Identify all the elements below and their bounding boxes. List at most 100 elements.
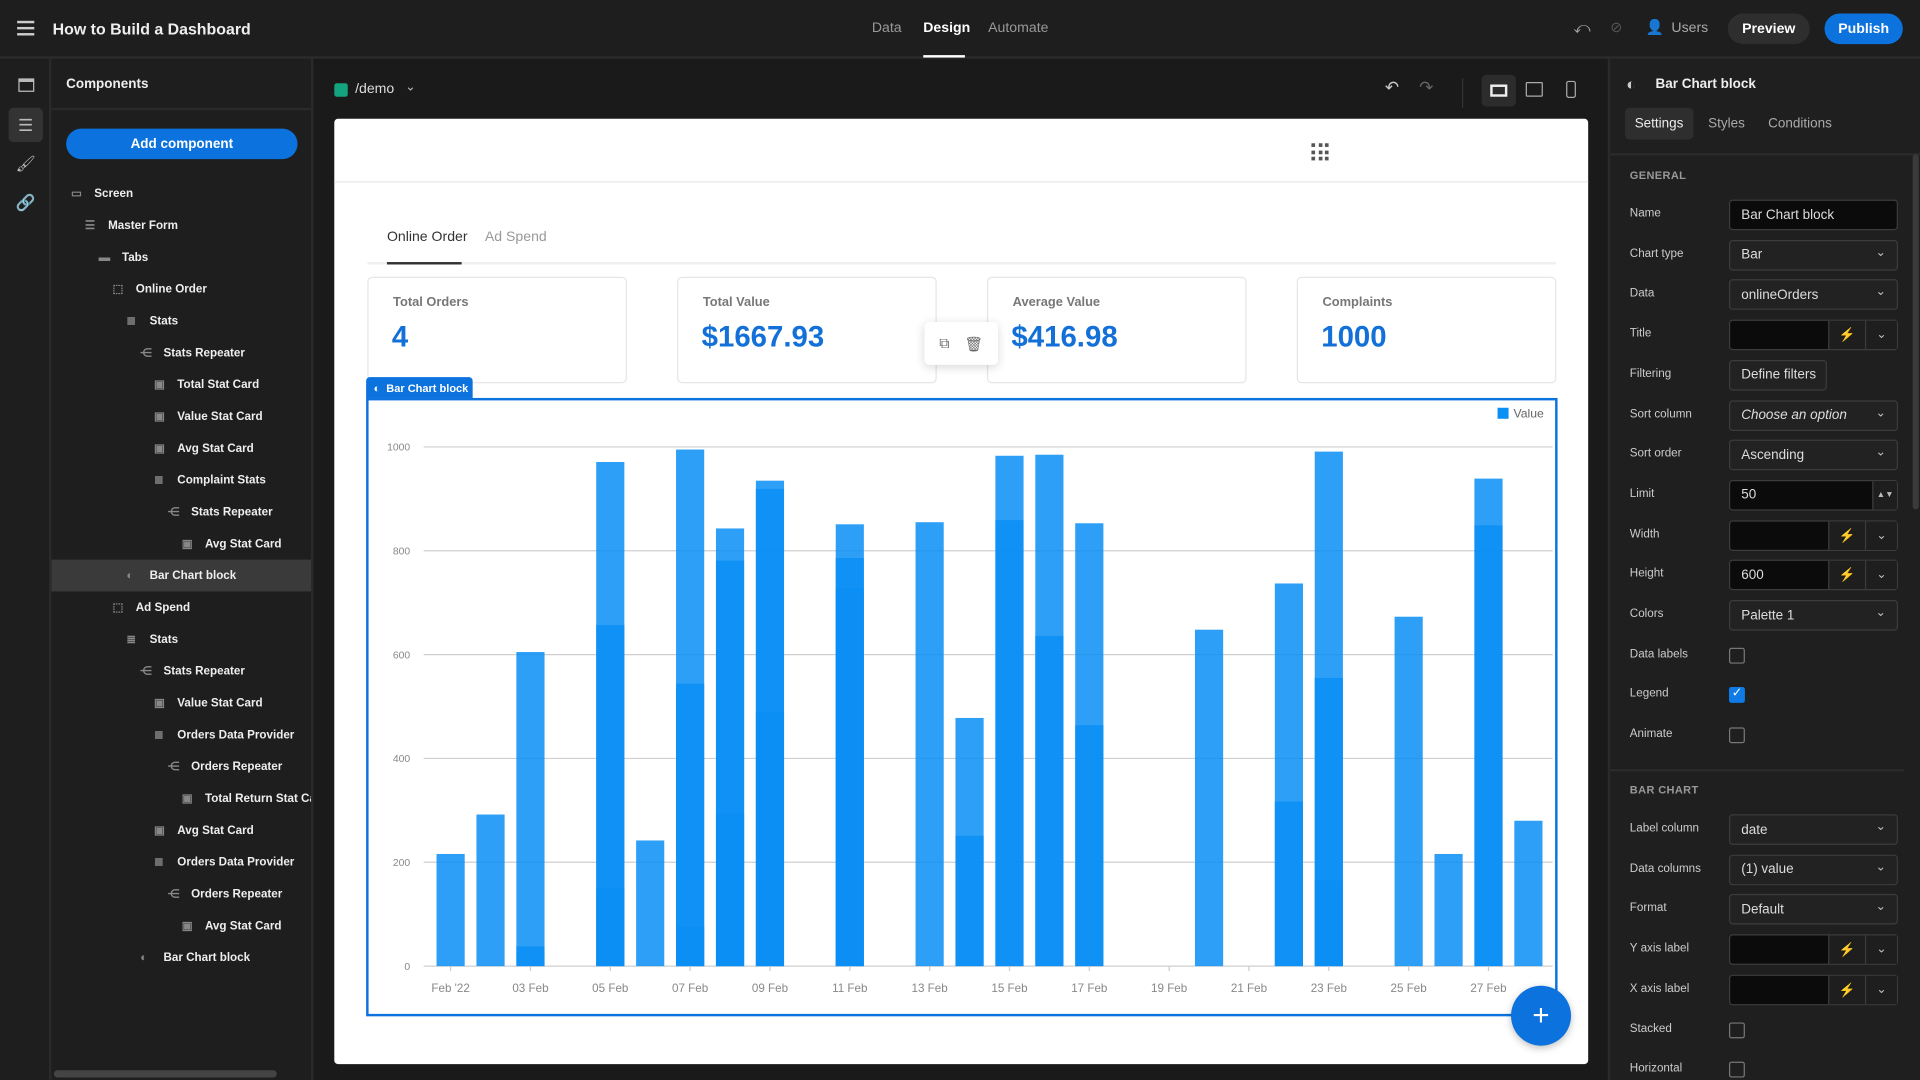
bar-chart-block[interactable]: 0 200 400 600 800 1000 Feb '22 03 Feb 05 Feb 07 F… (366, 397, 1558, 1017)
checkbox[interactable] (1728, 647, 1745, 664)
binding-input[interactable]: ⚡ ⌄ (1728, 934, 1898, 966)
bar[interactable] (516, 652, 545, 967)
bar[interactable] (915, 522, 944, 967)
trash-icon[interactable]: 🗑 (965, 335, 984, 352)
bar[interactable] (476, 814, 505, 967)
tab-conditions[interactable]: Conditions (1758, 108, 1841, 140)
route-selector[interactable]: /demo (355, 82, 394, 97)
checkbox[interactable] (1728, 1061, 1745, 1078)
tree-item[interactable]: ⬚ Online Order (51, 273, 311, 305)
mobile-view-icon[interactable] (1566, 80, 1576, 98)
bar[interactable] (1314, 880, 1343, 967)
tree-item[interactable]: ⬚ Ad Spend (51, 591, 311, 623)
select-dropdown[interactable]: onlineOrders ⌄ (1728, 279, 1898, 311)
name-input[interactable]: Bar Chart block (1728, 199, 1898, 231)
tree-item[interactable]: ⋲ Stats Repeater (51, 655, 311, 687)
tree-item[interactable]: ▣ Avg Stat Card (51, 814, 311, 846)
tree-item[interactable]: ▭ Screen (51, 178, 311, 210)
horizontal-scrollbar[interactable] (53, 1070, 277, 1078)
stat-card-total-value[interactable]: Total Value $1667.93 (677, 276, 937, 384)
checkbox[interactable] (1728, 727, 1745, 744)
vertical-scrollbar[interactable] (1912, 154, 1919, 510)
bar[interactable] (1274, 801, 1303, 967)
bar[interactable] (1514, 820, 1543, 967)
tree-item[interactable]: ☰ Master Form (51, 209, 311, 241)
lightning-icon[interactable]: ⚡ (1828, 561, 1865, 590)
tree-item[interactable]: ▣ Value Stat Card (51, 687, 311, 719)
bar[interactable] (755, 712, 785, 967)
tree-item[interactable]: ≣ Stats (51, 305, 311, 337)
version-off-icon[interactable]: ⊘ (1610, 18, 1622, 35)
chevron-down-icon[interactable]: ⌄ (1864, 320, 1897, 350)
tree-item[interactable]: ▬ Tabs (51, 241, 311, 273)
chevron-down-icon[interactable]: ⌄ (405, 81, 415, 94)
bar[interactable] (1394, 616, 1423, 967)
stat-card-total-orders[interactable]: Total Orders 4 (367, 276, 627, 384)
select-dropdown[interactable]: Bar ⌄ (1728, 239, 1898, 271)
publish-button[interactable]: Publish (1824, 13, 1903, 45)
bar[interactable] (436, 853, 465, 967)
lightning-icon[interactable]: ⚡ (1828, 975, 1865, 1004)
bar[interactable] (955, 835, 984, 967)
tab-online-order[interactable]: Online Order (387, 230, 468, 245)
select-dropdown[interactable]: Palette 1 ⌄ (1728, 600, 1898, 631)
desktop-view-icon[interactable] (1481, 74, 1516, 107)
lightning-icon[interactable]: ⚡ (1828, 320, 1865, 350)
bar[interactable] (715, 813, 745, 967)
revert-icon[interactable]: ⤺ (1573, 18, 1590, 38)
bar[interactable] (676, 926, 705, 967)
users-icon[interactable]: 👤 (1646, 18, 1664, 35)
tree-item[interactable]: ◐ Bar Chart block (51, 559, 312, 592)
legend-label[interactable]: Value (1513, 407, 1544, 421)
screens-icon[interactable] (9, 67, 43, 101)
bar[interactable] (516, 946, 545, 967)
bar[interactable] (1075, 725, 1104, 967)
binding-input[interactable]: 600 ⚡ ⌄ (1728, 559, 1898, 591)
tree-item[interactable]: ≣ Orders Data Provider (51, 846, 311, 878)
tab-settings[interactable]: Settings (1624, 107, 1694, 140)
redo-icon[interactable]: ↷ (1419, 77, 1433, 98)
chevron-down-icon[interactable]: ⌄ (1864, 935, 1897, 964)
tablet-view-icon[interactable] (1525, 82, 1543, 97)
tree-item[interactable]: ⋲ Stats Repeater (51, 337, 311, 369)
tree-item[interactable]: ◐ Bar Chart block (51, 942, 311, 974)
tree-item[interactable]: ≣ Orders Data Provider (51, 719, 311, 751)
select-dropdown[interactable]: date ⌄ (1728, 814, 1898, 845)
tree-item[interactable]: ⋲ Stats Repeater (51, 496, 311, 528)
bar[interactable] (1035, 635, 1064, 967)
tree-item[interactable]: ▣ Avg Stat Card (51, 432, 311, 464)
stepper-arrows-icon[interactable]: ▲▼ (1872, 481, 1897, 510)
bar[interactable] (835, 588, 864, 967)
chevron-down-icon[interactable]: ⌄ (1864, 521, 1897, 550)
tree-item[interactable]: ▣ Value Stat Card (51, 400, 311, 432)
chevron-down-icon[interactable]: ⌄ (1864, 975, 1897, 1004)
bar[interactable] (1474, 525, 1503, 967)
tree-item[interactable]: ▣ Total Return Stat Card (51, 782, 311, 814)
bar[interactable] (995, 520, 1024, 967)
stat-card-average-value[interactable]: Average Value $416.98 (986, 276, 1247, 384)
checkbox[interactable]: ✓ (1728, 687, 1745, 704)
select-dropdown[interactable]: Default ⌄ (1728, 894, 1898, 925)
lightning-icon[interactable]: ⚡ (1828, 935, 1865, 964)
stat-card-complaints[interactable]: Complaints 1000 (1296, 276, 1557, 384)
lightning-icon[interactable]: ⚡ (1828, 521, 1865, 550)
tree-item[interactable]: ▣ Avg Stat Card (51, 910, 311, 942)
bar[interactable] (1434, 853, 1463, 967)
tree-item[interactable]: ≣ Complaint Stats (51, 464, 311, 496)
tab-automate[interactable]: Automate (988, 21, 1048, 36)
define-filters-button[interactable]: Define filters (1728, 359, 1827, 391)
checkbox[interactable] (1728, 1021, 1745, 1038)
add-component-button[interactable]: Add component (66, 128, 298, 160)
tab-styles[interactable]: Styles (1698, 108, 1754, 140)
preview-button[interactable]: Preview (1727, 13, 1810, 45)
add-fab-button[interactable]: + (1511, 985, 1572, 1046)
link-icon[interactable]: 🔗 (9, 186, 43, 220)
tab-ad-spend[interactable]: Ad Spend (485, 230, 547, 245)
limit-stepper[interactable]: 50 ▲▼ (1728, 479, 1898, 511)
tab-data[interactable]: Data (872, 21, 902, 36)
bar[interactable] (596, 888, 625, 967)
components-list-icon[interactable]: ☰ (8, 107, 43, 143)
duplicate-icon[interactable]: ⧉ (939, 334, 950, 352)
tree-item[interactable]: ▣ Avg Stat Card (51, 528, 311, 560)
select-dropdown[interactable]: Choose an option ⌄ (1728, 399, 1898, 431)
